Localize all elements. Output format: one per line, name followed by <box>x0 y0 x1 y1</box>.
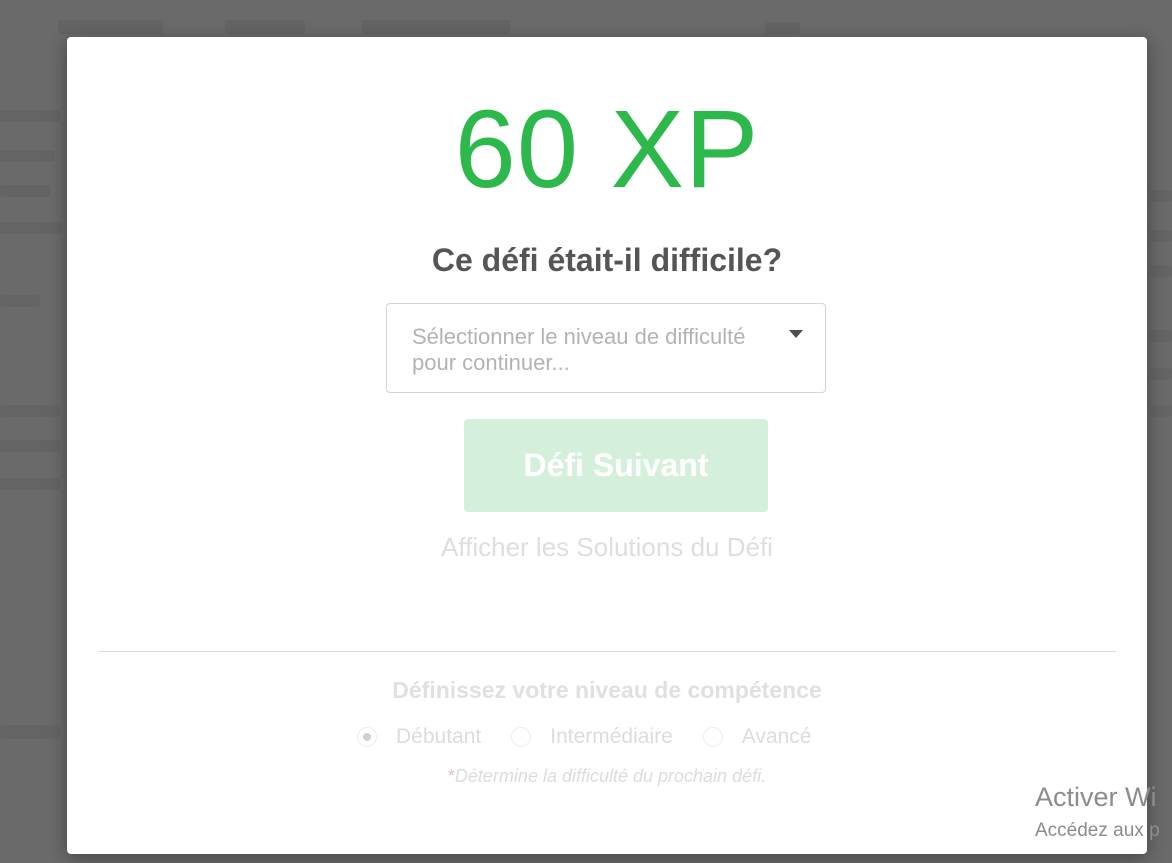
watermark-line-1: Activer Wi <box>1035 782 1157 812</box>
radio-button-intermediate[interactable] <box>511 727 532 747</box>
difficulty-question: Ce défi était-il difficile? <box>431 242 783 278</box>
skill-option-advanced[interactable]: Avancé <box>702 725 812 749</box>
challenge-complete-modal: 60 XP Ce défi était-il difficile? Sélect… <box>67 37 1147 854</box>
skill-option-label: Intermédiaire <box>550 725 673 748</box>
watermark-line-2: Accédez aux p <box>1035 820 1160 841</box>
skill-option-label: Avancé <box>741 725 812 748</box>
skill-level-title: Définissez votre niveau de compétence <box>392 677 822 703</box>
next-challenge-button[interactable]: Défi Suivant <box>464 419 768 512</box>
skill-option-label: Débutant <box>396 725 482 748</box>
difficulty-select[interactable]: Sélectionner le niveau de difficulté pou… <box>386 303 826 393</box>
radio-button-advanced[interactable] <box>702 727 723 747</box>
divider <box>98 651 1116 652</box>
difficulty-select-placeholder: Sélectionner le niveau de difficulté pou… <box>412 324 746 375</box>
windows-activation-watermark: Activer Wi Accédez aux p <box>1035 780 1160 848</box>
skill-level-note: *Détermine la difficulté du prochain déf… <box>67 766 1147 787</box>
xp-earned: 60 XP <box>454 88 760 211</box>
page: 60 XP Ce défi était-il difficile? Sélect… <box>0 0 1172 863</box>
show-solutions-link[interactable]: Afficher les Solutions du Défi <box>67 532 1147 563</box>
skill-option-beginner[interactable]: Débutant <box>357 725 481 749</box>
skill-option-intermediate[interactable]: Intermédiaire <box>511 725 673 749</box>
caret-down-icon <box>789 330 803 338</box>
skill-level-note-text: Détermine la difficulté du prochain défi… <box>454 766 767 786</box>
skill-level-radio-group: Débutant Intermédiaire Avancé <box>357 724 841 750</box>
required-asterisk: * <box>447 766 455 786</box>
radio-button-beginner[interactable] <box>357 727 377 747</box>
